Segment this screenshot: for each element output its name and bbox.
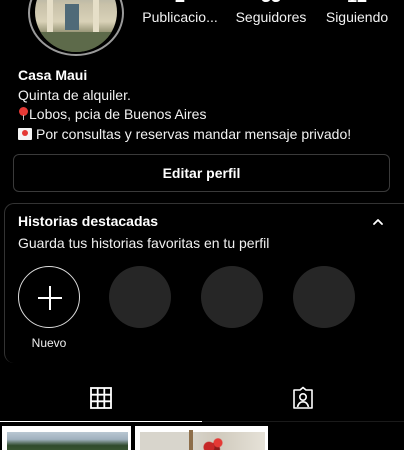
stat-posts-label: Publicacio... (142, 9, 218, 25)
bio-line-2: Lobos, pcia de Buenos Aires (18, 105, 398, 125)
profile-stats: 2 Publicacio... 33 Seguidores 12 Siguien… (140, 0, 404, 32)
grid-icon (90, 386, 112, 409)
new-highlight-label: Nuevo (31, 336, 67, 350)
tab-tagged[interactable] (202, 374, 404, 422)
highlight-placeholder (293, 266, 355, 328)
chevron-up-icon[interactable] (370, 216, 386, 228)
highlight-placeholder (201, 266, 263, 328)
profile-bio: Casa Maui Quinta de alquiler. Lobos, pci… (18, 66, 398, 144)
profile-name: Casa Maui (18, 67, 88, 83)
post-thumbnail[interactable] (2, 426, 131, 450)
bio-location: Lobos, pcia de Buenos Aires (29, 106, 207, 122)
new-highlight-button[interactable] (18, 266, 80, 328)
bio-line-1: Quinta de alquiler. (18, 86, 131, 103)
edit-profile-button[interactable]: Editar perfil (13, 154, 390, 192)
stat-followers-label: Seguidores (235, 9, 307, 25)
post-image (7, 432, 128, 450)
bio-contact: Por consultas y reservas mandar mensaje … (36, 125, 352, 142)
highlights-title: Historias destacadas (18, 213, 159, 229)
stat-posts-count: 2 (140, 0, 220, 7)
stat-following-count: 12 (312, 0, 402, 7)
envelope-icon (18, 127, 32, 140)
pin-icon (18, 107, 28, 120)
tab-posts-grid[interactable] (0, 374, 202, 422)
bio-line-3: Por consultas y reservas mandar mensaje … (18, 125, 398, 145)
stat-followers-count: 33 (226, 0, 316, 7)
tagged-person-icon (293, 386, 313, 409)
profile-tabs (0, 374, 404, 422)
post-thumbnail[interactable] (135, 426, 268, 450)
highlight-placeholder (109, 266, 171, 328)
highlights-subtitle: Guarda tus historias favoritas en tu per… (18, 235, 270, 251)
profile-avatar[interactable] (28, 0, 124, 56)
stat-following-label: Siguiendo (325, 9, 389, 25)
avatar-photo (35, 0, 117, 52)
